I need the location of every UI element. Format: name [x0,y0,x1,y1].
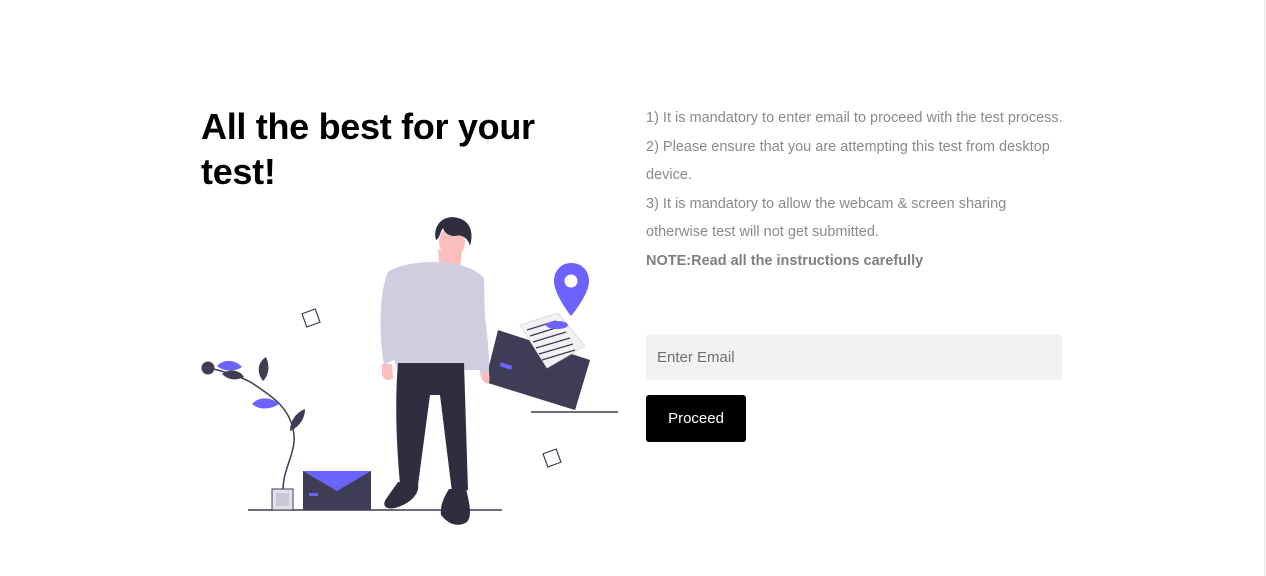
page-edge-divider [1264,0,1265,576]
plant-icon [201,357,305,511]
proceed-button[interactable]: Proceed [646,395,746,442]
email-input[interactable] [646,334,1062,380]
page-title: All the best for your test! [201,106,535,192]
instructions-block: 1) It is mandatory to enter email to pro… [646,104,1066,275]
instruction-item: 3) It is mandatory to allow the webcam &… [646,195,1007,241]
instruction-item: 2) Please ensure that you are attempting… [646,138,1050,184]
person-figure [380,217,490,525]
email-illustration [201,217,618,525]
closed-envelope-icon [303,471,371,510]
open-envelope-icon [485,312,590,410]
instruction-item: 1) It is mandatory to enter email to pro… [646,110,1063,126]
instructions-note: NOTE:Read all the instructions carefully [646,252,924,269]
